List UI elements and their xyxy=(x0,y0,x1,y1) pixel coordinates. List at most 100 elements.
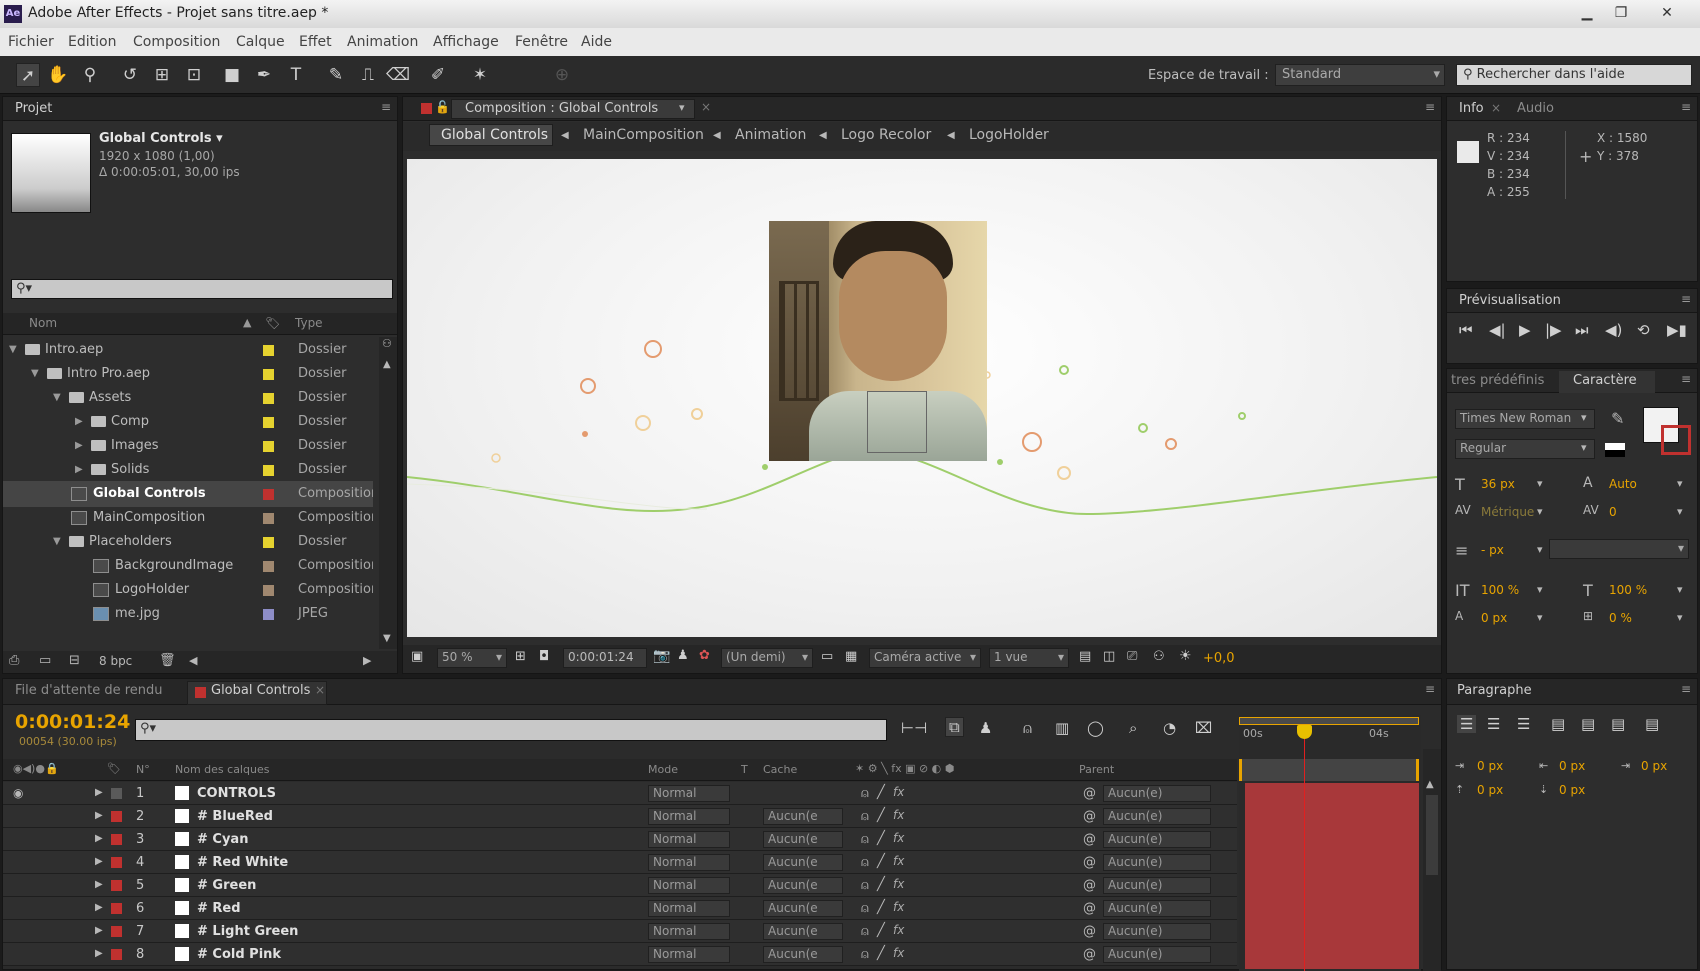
flowchart-icon[interactable]: ⚇ xyxy=(1153,649,1165,664)
layer-name[interactable]: # Cyan xyxy=(197,832,248,847)
parent-select[interactable]: Aucun(e) xyxy=(1103,831,1211,848)
shy-icon[interactable]: ⍝ xyxy=(861,947,869,962)
layer-name[interactable]: # BlueRed xyxy=(197,809,273,824)
text-tool-icon[interactable]: T xyxy=(284,63,308,87)
parent-pickwhip-icon[interactable]: @ xyxy=(1083,786,1096,801)
scroll-down-icon[interactable]: ▼ xyxy=(383,633,391,644)
layer-duration-bars[interactable] xyxy=(1245,783,1419,969)
project-item[interactable]: ▶ Images Dossier xyxy=(3,433,373,459)
timeline-scrollbar[interactable]: ▲ xyxy=(1423,749,1441,971)
layer-bounding-box[interactable] xyxy=(867,391,927,453)
blend-mode-select[interactable]: Normal xyxy=(648,923,730,940)
selection-tool-icon[interactable]: ➚ xyxy=(16,63,40,87)
space-before-value[interactable]: 0 px xyxy=(1477,783,1503,797)
zoom-select[interactable]: 50 % ▾ xyxy=(437,648,507,668)
blend-mode-select[interactable]: Normal xyxy=(648,808,730,825)
menu-effet[interactable]: Effet xyxy=(299,34,332,50)
exposure-value[interactable]: +0,0 xyxy=(1203,651,1235,666)
label-swatch[interactable] xyxy=(263,417,274,428)
breadcrumb-logo-recolor[interactable]: Logo Recolor xyxy=(841,127,931,143)
chevron-down-icon[interactable]: ▾ xyxy=(1677,477,1683,490)
leading-value[interactable]: Auto xyxy=(1609,477,1637,491)
shy-icon[interactable]: ⍝ xyxy=(861,832,869,847)
rotate-tool-icon[interactable]: ↺ xyxy=(118,63,142,87)
hide-shy-layers-icon[interactable]: ⍝ xyxy=(1023,719,1032,737)
shy-icon[interactable]: ⍝ xyxy=(861,786,869,801)
tab-global-controls[interactable]: Global Controls xyxy=(211,683,310,698)
column-layer-name[interactable]: Nom des calques xyxy=(175,763,269,776)
playhead-icon[interactable] xyxy=(1297,725,1312,739)
chevron-down-icon[interactable]: ▾ xyxy=(1677,583,1683,596)
parent-pickwhip-icon[interactable]: @ xyxy=(1083,947,1096,962)
layer-row[interactable]: ▶ 3 # Cyan Normal Aucun(e ⍝ ╱ fx @ Aucun(e) xyxy=(3,828,1237,851)
scroll-up-icon[interactable]: ▲ xyxy=(1426,779,1434,790)
track-matte-select[interactable]: Aucun(e xyxy=(763,854,843,871)
always-preview-icon[interactable]: ▣ xyxy=(411,649,423,664)
shy-icon[interactable]: ⍝ xyxy=(861,809,869,824)
align-left-icon[interactable]: ☰ xyxy=(1457,715,1477,733)
quality-icon[interactable]: ╱ xyxy=(877,900,885,915)
first-frame-icon[interactable]: ⏮ xyxy=(1459,321,1473,339)
panel-menu-icon[interactable]: ≡ xyxy=(1681,372,1691,386)
brush-tool-icon[interactable]: ✎ xyxy=(324,63,348,87)
puppet-tool-icon[interactable]: ✶ xyxy=(468,63,492,87)
toggle-pixel-aspect-icon[interactable]: ▤ xyxy=(1079,649,1091,664)
menu-fenetre[interactable]: Fenêtre xyxy=(515,34,568,50)
expand-arrow-icon[interactable]: ▶ xyxy=(75,464,83,475)
column-parent[interactable]: Parent xyxy=(1079,763,1114,776)
blend-mode-select[interactable]: Normal xyxy=(648,900,730,917)
workspace-select[interactable]: Standard ▾ xyxy=(1275,64,1445,86)
trash-icon[interactable]: 🗑 xyxy=(159,653,176,668)
motion-blur-icon[interactable]: ◯ xyxy=(1087,719,1104,737)
chevron-down-icon[interactable]: ▾ xyxy=(1677,505,1683,518)
track-matte-select[interactable]: Aucun(e xyxy=(763,923,843,940)
column-mode[interactable]: Mode xyxy=(648,763,678,776)
expand-arrow-icon[interactable]: ▶ xyxy=(95,948,103,959)
work-area-bar[interactable] xyxy=(1239,717,1419,725)
clone-stamp-tool-icon[interactable]: ⎍ xyxy=(356,63,380,87)
fast-previews-icon[interactable]: ◫ xyxy=(1103,649,1115,664)
label-swatch[interactable] xyxy=(263,489,274,500)
parent-select[interactable]: Aucun(e) xyxy=(1103,854,1211,871)
parent-pickwhip-icon[interactable]: @ xyxy=(1083,901,1096,916)
sort-arrow-icon[interactable]: ▲ xyxy=(243,316,251,329)
previous-frame-icon[interactable]: ◀| xyxy=(1489,321,1506,339)
expand-arrow-icon[interactable]: ▶ xyxy=(75,416,83,427)
menu-calque[interactable]: Calque xyxy=(236,34,285,50)
shy-icon[interactable]: ⍝ xyxy=(861,901,869,916)
timeline-graph-area[interactable]: 00s 04s xyxy=(1239,715,1421,971)
indent-right-value[interactable]: 0 px xyxy=(1559,759,1585,773)
first-line-indent-value[interactable]: 0 px xyxy=(1641,759,1667,773)
layer-row[interactable]: ◉ ▶ 1 CONTROLS Normal ⍝ ╱ fx @ Aucun(e) xyxy=(3,782,1237,805)
new-folder-icon[interactable]: ▭ xyxy=(39,653,51,668)
rectangle-tool-icon[interactable]: ■ xyxy=(220,63,244,87)
tracking-value[interactable]: 0 xyxy=(1609,505,1617,519)
label-swatch[interactable] xyxy=(111,880,122,891)
label-swatch[interactable] xyxy=(111,949,122,960)
fx-icon[interactable]: fx xyxy=(893,854,904,868)
interpret-footage-icon[interactable]: ⎙ xyxy=(9,653,19,668)
breadcrumb-logoholder[interactable]: LogoHolder xyxy=(969,127,1049,143)
align-right-icon[interactable]: ☰ xyxy=(1517,715,1530,733)
exposure-icon[interactable]: ☀ xyxy=(1179,648,1192,664)
chevron-down-icon[interactable]: ▾ xyxy=(1677,611,1683,624)
menu-aide[interactable]: Aide xyxy=(581,34,612,50)
expand-arrow-icon[interactable]: ▶ xyxy=(95,902,103,913)
panel-menu-icon[interactable]: ≡ xyxy=(381,100,391,114)
scroll-up-icon[interactable]: ▲ xyxy=(383,359,391,370)
breadcrumb-maincomposition[interactable]: MainComposition xyxy=(583,127,704,143)
bit-depth-label[interactable]: 8 bpc xyxy=(99,654,132,668)
camera-tool-icon[interactable]: ⊞ xyxy=(150,63,174,87)
column-number[interactable]: N° xyxy=(136,763,150,776)
chevron-down-icon[interactable]: ▾ xyxy=(1537,583,1543,596)
view-layout-select[interactable]: 1 vue ▾ xyxy=(989,648,1069,668)
track-matte-select[interactable]: Aucun(e xyxy=(763,877,843,894)
layer-row[interactable]: ▶ 6 # Red Normal Aucun(e ⍝ ╱ fx @ Aucun(e) xyxy=(3,897,1237,920)
tab-composition[interactable]: Composition : Global Controls xyxy=(465,101,658,116)
align-center-icon[interactable]: ☰ xyxy=(1487,715,1500,733)
project-item[interactable]: ▼ Intro Pro.aep Dossier xyxy=(3,361,373,387)
layer-row[interactable]: ▶ 2 # BlueRed Normal Aucun(e ⍝ ╱ fx @ Aucun(e) xyxy=(3,805,1237,828)
panel-menu-icon[interactable]: ≡ xyxy=(1425,682,1435,696)
project-item[interactable]: ▶ Comp Dossier xyxy=(3,409,373,435)
layer-name[interactable]: # Cold Pink xyxy=(197,947,281,962)
